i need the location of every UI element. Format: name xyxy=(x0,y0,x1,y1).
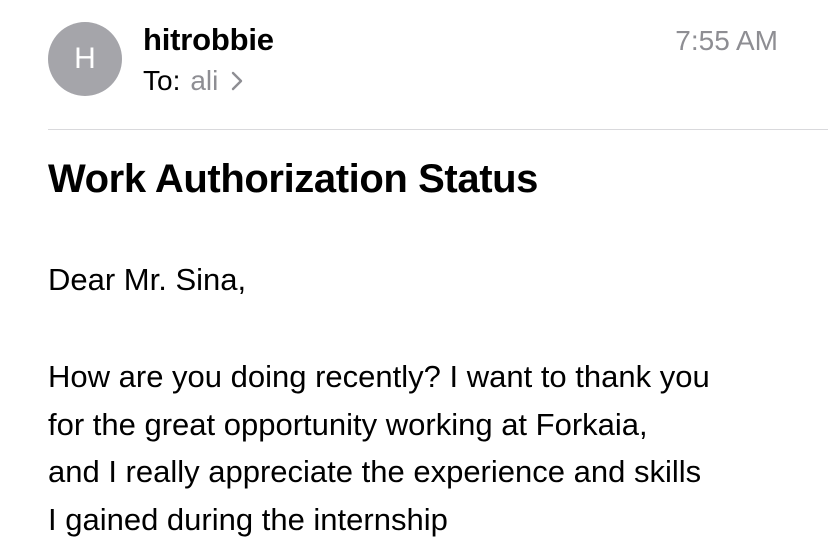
body-line: and I really appreciate the experience a… xyxy=(48,454,702,489)
chevron-right-icon[interactable] xyxy=(230,69,244,93)
sender-avatar[interactable]: H xyxy=(48,22,122,96)
body-line: How are you doing recently? I want to th… xyxy=(48,359,710,394)
avatar-initial: H xyxy=(74,42,96,75)
email-subject: Work Authorization Status xyxy=(48,157,539,201)
message-time: 7:55 AM xyxy=(675,25,778,56)
to-label: To: xyxy=(143,65,181,96)
email-greeting: Dear Mr. Sina, xyxy=(48,262,247,297)
recipients-row[interactable]: To: ali xyxy=(143,62,244,100)
body-line: I gained during the internship xyxy=(48,501,448,537)
recipient-name[interactable]: ali xyxy=(190,62,218,100)
body-line: for the great opportunity working at For… xyxy=(48,406,648,442)
email-body: How are you doing recently? I want to th… xyxy=(48,353,808,543)
header-divider xyxy=(48,129,828,130)
sender-name[interactable]: hitrobbie xyxy=(143,20,274,60)
